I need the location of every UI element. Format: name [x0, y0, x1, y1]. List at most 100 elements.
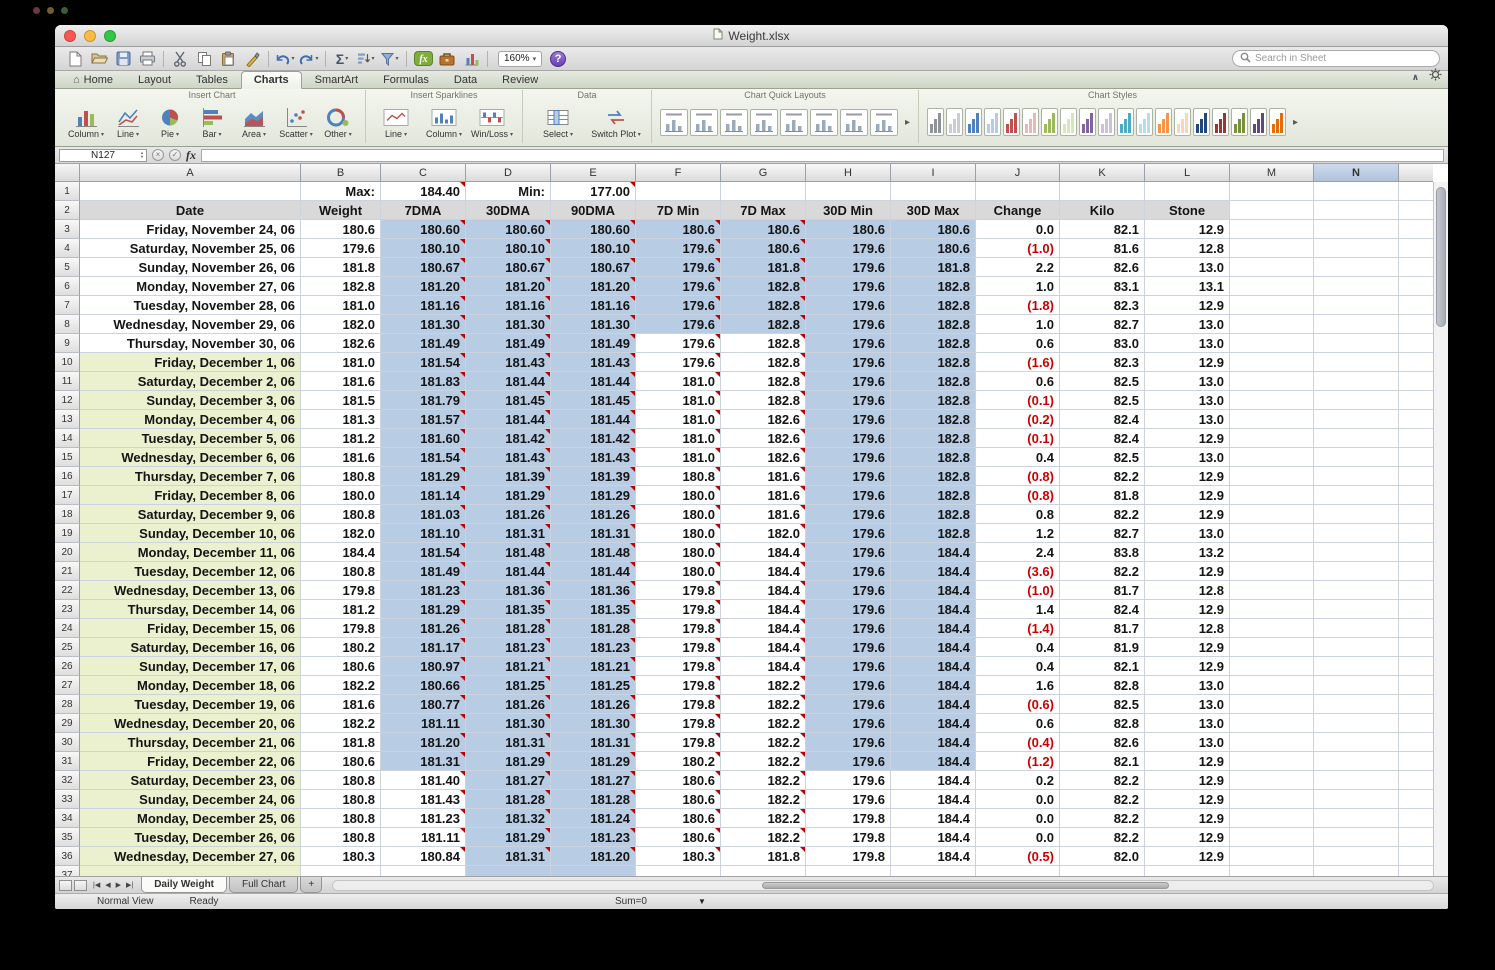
cell[interactable]: 179.6: [806, 505, 891, 524]
chart-style-thumbnail[interactable]: [1174, 108, 1191, 136]
cell[interactable]: 181.79: [381, 391, 466, 410]
zoom-window-button[interactable]: [104, 30, 116, 42]
chart-style-thumbnail[interactable]: [1155, 108, 1172, 136]
sheet-tab-full-chart[interactable]: Full Chart: [229, 877, 298, 893]
cell[interactable]: [1230, 581, 1314, 600]
cell[interactable]: Tuesday, December 5, 06: [80, 429, 301, 448]
cell[interactable]: 181.29: [551, 752, 636, 771]
cell[interactable]: 179.8: [301, 619, 381, 638]
first-sheet-icon[interactable]: |◀: [93, 881, 100, 889]
cell[interactable]: 179.8: [301, 581, 381, 600]
cell[interactable]: 181.0: [636, 448, 721, 467]
cell[interactable]: 179.6: [806, 790, 891, 809]
cell[interactable]: 181.32: [466, 809, 551, 828]
cell[interactable]: 12.9: [1145, 828, 1230, 847]
cell[interactable]: 184.4: [891, 638, 976, 657]
cell[interactable]: 181.35: [466, 600, 551, 619]
cell[interactable]: 181.45: [551, 391, 636, 410]
cell[interactable]: 7DMA: [381, 201, 466, 220]
cell[interactable]: 182.8: [891, 391, 976, 410]
chart-layout-thumbnail[interactable]: [690, 109, 718, 136]
column-header-j[interactable]: J: [976, 164, 1060, 182]
ribbon-item-column[interactable]: Column▾: [67, 105, 105, 139]
column-header-f[interactable]: F: [636, 164, 721, 182]
row-header-31[interactable]: 31: [55, 752, 80, 771]
cell[interactable]: Monday, December 4, 06: [80, 410, 301, 429]
cell[interactable]: 184.4: [891, 809, 976, 828]
cell[interactable]: 181.60: [381, 429, 466, 448]
cell[interactable]: 182.8: [891, 277, 976, 296]
cell[interactable]: 181.25: [551, 676, 636, 695]
ribbon-tab-formulas[interactable]: Formulas: [371, 72, 441, 88]
cell[interactable]: [976, 182, 1060, 201]
cell[interactable]: 0.6: [976, 714, 1060, 733]
cell[interactable]: (1.4): [976, 619, 1060, 638]
cell[interactable]: [1230, 828, 1314, 847]
cell[interactable]: 182.2: [721, 733, 806, 752]
cell[interactable]: [1230, 543, 1314, 562]
cell[interactable]: (1.0): [976, 581, 1060, 600]
ribbon-item-pie[interactable]: Pie▾: [151, 105, 189, 139]
ribbon-tab-charts[interactable]: Charts: [241, 71, 302, 89]
outer-zoom-button[interactable]: [61, 7, 68, 14]
chart-style-thumbnail[interactable]: [1022, 108, 1039, 136]
cell[interactable]: Wednesday, November 29, 06: [80, 315, 301, 334]
cell[interactable]: 181.0: [636, 410, 721, 429]
cell[interactable]: 2.4: [976, 543, 1060, 562]
column-header-l[interactable]: L: [1145, 164, 1230, 182]
cell[interactable]: 180.2: [636, 752, 721, 771]
cell[interactable]: 13.0: [1145, 334, 1230, 353]
cell[interactable]: 182.8: [891, 448, 976, 467]
cell[interactable]: 12.9: [1145, 220, 1230, 239]
cell[interactable]: [1314, 486, 1399, 505]
cell[interactable]: 179.6: [806, 277, 891, 296]
cell[interactable]: Sunday, December 17, 06: [80, 657, 301, 676]
cell[interactable]: 184.4: [891, 543, 976, 562]
cell[interactable]: 181.31: [466, 733, 551, 752]
cell[interactable]: 181.20: [381, 733, 466, 752]
new-button[interactable]: [64, 48, 86, 70]
cell[interactable]: 181.26: [551, 695, 636, 714]
cell[interactable]: 181.54: [381, 353, 466, 372]
cell[interactable]: [1314, 638, 1399, 657]
cell[interactable]: 179.6: [806, 486, 891, 505]
cell[interactable]: (0.4): [976, 733, 1060, 752]
cell[interactable]: 12.9: [1145, 790, 1230, 809]
cell[interactable]: 181.2: [301, 429, 381, 448]
cell[interactable]: 181.6: [721, 505, 806, 524]
cell[interactable]: 181.14: [381, 486, 466, 505]
chart-style-thumbnail[interactable]: [1079, 108, 1096, 136]
ribbon-tab-data[interactable]: Data: [442, 72, 489, 88]
cell[interactable]: 0.4: [976, 638, 1060, 657]
cell[interactable]: [551, 866, 636, 876]
chart-style-thumbnail[interactable]: [1250, 108, 1267, 136]
cell[interactable]: 12.9: [1145, 638, 1230, 657]
row-header-17[interactable]: 17: [55, 486, 80, 505]
redo-button[interactable]: ▾: [298, 48, 320, 70]
row-header-28[interactable]: 28: [55, 695, 80, 714]
cell[interactable]: 181.16: [466, 296, 551, 315]
cell[interactable]: 179.6: [636, 277, 721, 296]
chart-style-thumbnail[interactable]: [927, 108, 944, 136]
cell[interactable]: 13.0: [1145, 714, 1230, 733]
copy-button[interactable]: [193, 48, 215, 70]
cell[interactable]: 13.0: [1145, 695, 1230, 714]
ribbon-tab-home[interactable]: ⌂Home: [61, 72, 125, 88]
cell[interactable]: 179.8: [636, 600, 721, 619]
cell[interactable]: 184.4: [891, 581, 976, 600]
cut-button[interactable]: [169, 48, 191, 70]
cell[interactable]: 181.0: [301, 353, 381, 372]
cell[interactable]: [1230, 448, 1314, 467]
cell[interactable]: Wednesday, December 13, 06: [80, 581, 301, 600]
cell[interactable]: 184.4: [891, 600, 976, 619]
cell[interactable]: 181.21: [551, 657, 636, 676]
cell[interactable]: [1230, 391, 1314, 410]
cell[interactable]: 13.0: [1145, 258, 1230, 277]
cell[interactable]: 0.6: [976, 372, 1060, 391]
cell[interactable]: 179.8: [806, 809, 891, 828]
cell[interactable]: [1230, 619, 1314, 638]
cell[interactable]: 180.6: [636, 790, 721, 809]
cell[interactable]: [1314, 695, 1399, 714]
cell[interactable]: [1230, 486, 1314, 505]
cell[interactable]: [381, 866, 466, 876]
